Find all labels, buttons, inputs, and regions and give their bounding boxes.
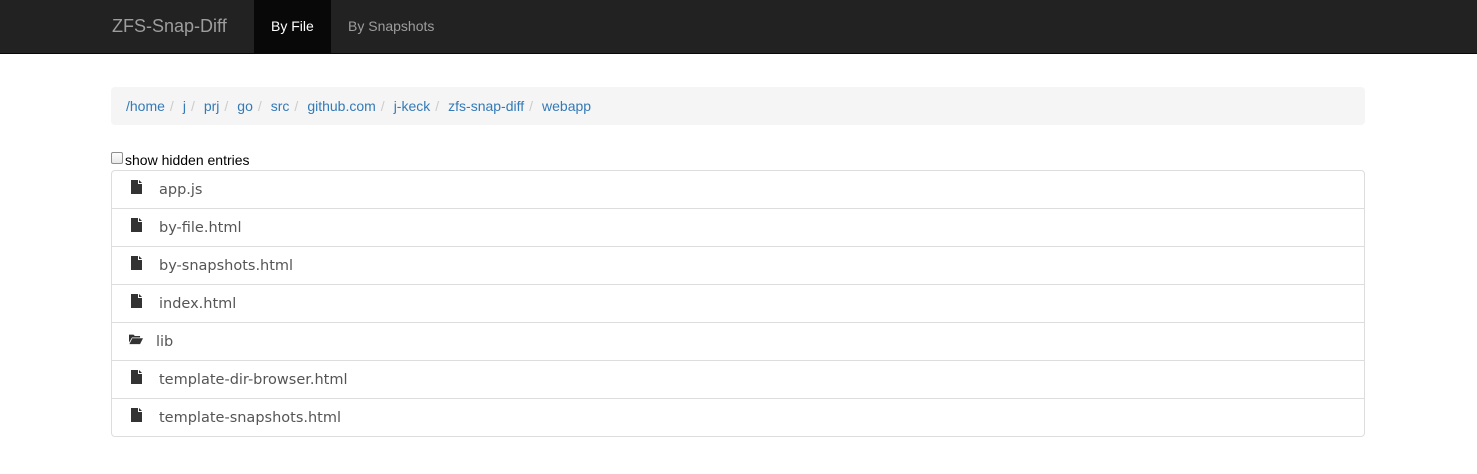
file-icon bbox=[129, 217, 143, 233]
file-row-by-snapshots-html[interactable]: by-snapshots.html bbox=[112, 246, 1364, 284]
file-icon bbox=[129, 369, 143, 385]
breadcrumb-separator: / bbox=[435, 98, 440, 114]
breadcrumb-separator: / bbox=[380, 98, 385, 114]
breadcrumb-item-src[interactable]: src bbox=[271, 98, 290, 114]
file-name: template-snapshots.html bbox=[159, 409, 342, 426]
breadcrumb-item-zfs-snap-diff[interactable]: zfs-snap-diff bbox=[448, 98, 524, 114]
breadcrumb-item-prj[interactable]: prj bbox=[204, 98, 220, 114]
folder-open-icon bbox=[129, 331, 143, 347]
file-row-template-dir-browser-html[interactable]: template-dir-browser.html bbox=[112, 360, 1364, 398]
file-row-app-js[interactable]: app.js bbox=[112, 171, 1364, 208]
breadcrumb-separator: / bbox=[224, 98, 229, 114]
file-icon bbox=[129, 407, 143, 423]
breadcrumb-item-webapp[interactable]: webapp bbox=[542, 98, 591, 114]
breadcrumb: /home / j / prj / go / src / github.com … bbox=[111, 87, 1365, 125]
tab-by-file[interactable]: By File bbox=[254, 0, 331, 53]
file-icon bbox=[129, 293, 143, 309]
file-icon bbox=[129, 179, 143, 195]
file-row-by-file-html[interactable]: by-file.html bbox=[112, 208, 1364, 246]
breadcrumb-separator: / bbox=[294, 98, 299, 114]
breadcrumb-item-github-com[interactable]: github.com bbox=[307, 98, 375, 114]
breadcrumb-item-home[interactable]: /home bbox=[126, 98, 165, 114]
file-name: by-file.html bbox=[159, 219, 242, 236]
show-hidden-checkbox[interactable] bbox=[111, 152, 123, 164]
tab-by-snapshots[interactable]: By Snapshots bbox=[331, 0, 451, 53]
breadcrumb-separator: / bbox=[190, 98, 195, 114]
app-brand[interactable]: ZFS-Snap-Diff bbox=[112, 0, 227, 53]
breadcrumb-item-j-keck[interactable]: j-keck bbox=[394, 98, 431, 114]
file-name: by-snapshots.html bbox=[159, 257, 294, 274]
file-name: index.html bbox=[159, 295, 237, 312]
file-row-index-html[interactable]: index.html bbox=[112, 284, 1364, 322]
file-row-template-snapshots-html[interactable]: template-snapshots.html bbox=[112, 398, 1364, 436]
show-hidden-toggle: show hidden entries bbox=[111, 150, 250, 170]
file-icon bbox=[129, 255, 143, 271]
breadcrumb-separator: / bbox=[169, 98, 174, 114]
file-name: app.js bbox=[159, 181, 203, 198]
folder-row-lib[interactable]: lib bbox=[112, 322, 1364, 360]
breadcrumb-item-go[interactable]: go bbox=[237, 98, 253, 114]
folder-name: lib bbox=[156, 333, 174, 350]
breadcrumb-separator: / bbox=[257, 98, 262, 114]
file-list: app.js by-file.html by-snapshots.html in… bbox=[111, 170, 1365, 437]
file-name: template-dir-browser.html bbox=[159, 371, 348, 388]
show-hidden-label[interactable]: show hidden entries bbox=[125, 152, 250, 168]
breadcrumb-separator: / bbox=[529, 98, 534, 114]
top-navbar: ZFS-Snap-Diff By File By Snapshots bbox=[0, 0, 1477, 54]
